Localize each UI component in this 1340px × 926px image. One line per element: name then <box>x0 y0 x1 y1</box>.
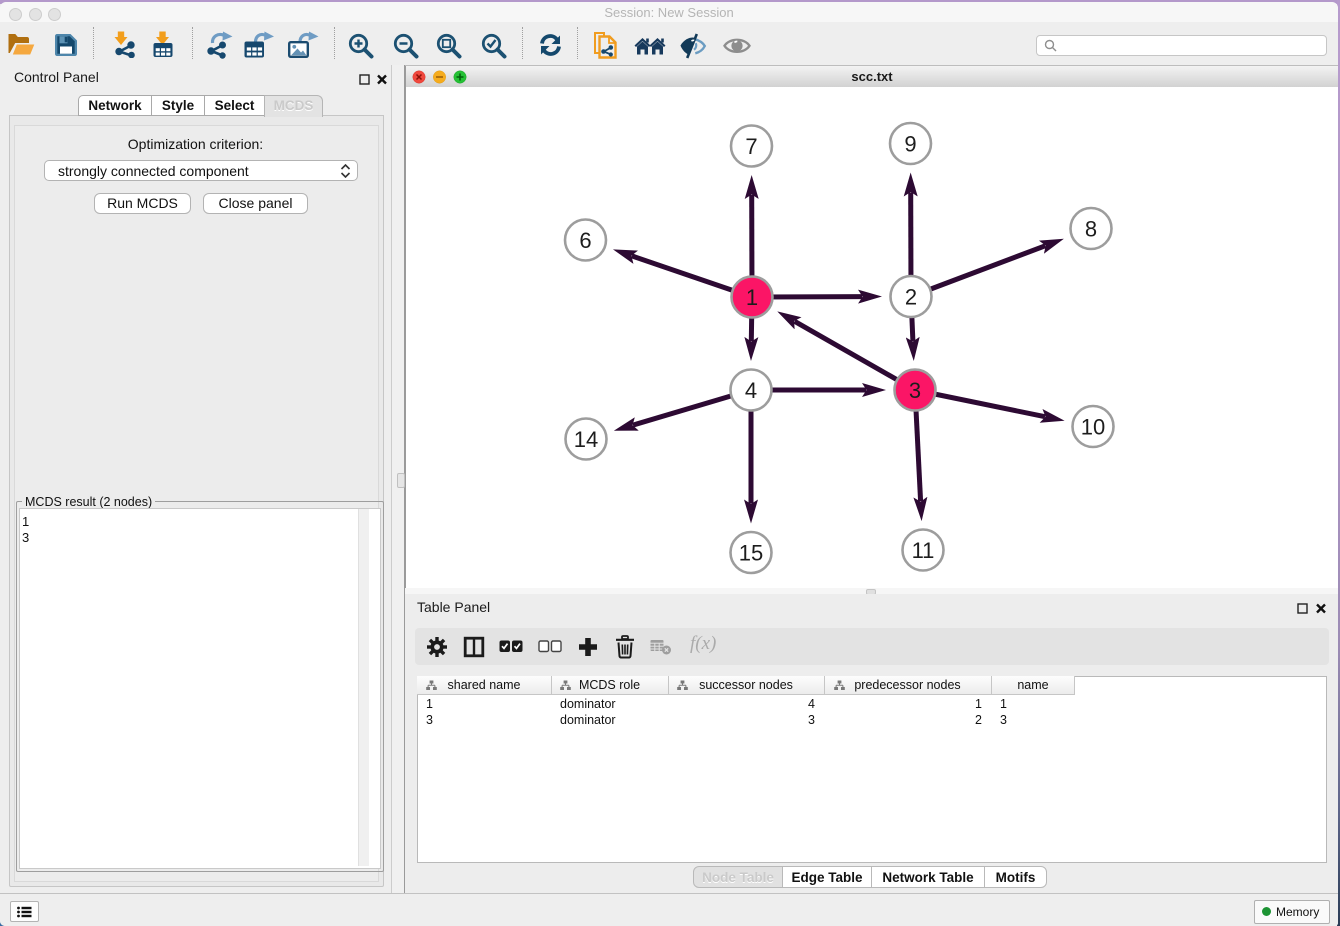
svg-text:2: 2 <box>905 285 917 310</box>
svg-text:10: 10 <box>1081 415 1105 440</box>
svg-text:9: 9 <box>904 132 916 157</box>
svg-text:7: 7 <box>745 134 757 159</box>
svg-text:3: 3 <box>909 378 921 403</box>
svg-text:1: 1 <box>746 285 758 310</box>
svg-text:4: 4 <box>745 378 757 403</box>
svg-text:11: 11 <box>912 538 935 563</box>
svg-text:14: 14 <box>574 427 598 452</box>
svg-text:15: 15 <box>739 541 763 566</box>
svg-text:8: 8 <box>1085 217 1097 242</box>
svg-text:6: 6 <box>579 228 591 253</box>
